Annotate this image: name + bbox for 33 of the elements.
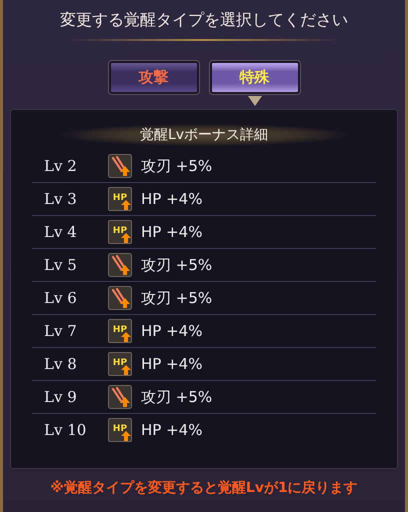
panel-heading: 覚醒Lvボーナス詳細 (60, 124, 348, 146)
type-tab[interactable]: 攻撃 (108, 61, 198, 94)
bonus-text: HP +4% (141, 223, 202, 241)
hp-up-icon: HP (108, 187, 132, 211)
level-label: Lv 2 (43, 157, 78, 175)
bonus-text: HP +4% (141, 355, 202, 373)
hp-up-icon: HP (108, 352, 132, 376)
level-label: Lv 10 (43, 421, 88, 439)
level-label: Lv 9 (43, 388, 78, 406)
hp-up-icon: HP (108, 418, 132, 442)
bonus-text: 攻刃 +5% (141, 388, 212, 406)
hp-up-icon: HP (108, 220, 132, 244)
pointer-icon (248, 96, 262, 106)
type-tab[interactable]: 特殊 (210, 61, 300, 94)
level-label: Lv 4 (43, 223, 78, 241)
level-label: Lv 5 (43, 256, 78, 274)
bonus-text: 攻刃 +5% (141, 256, 212, 274)
bonus-text: 攻刃 +5% (141, 156, 212, 176)
bonus-text: 攻刃 +5% (141, 288, 212, 308)
level-label: Lv 8 (43, 355, 78, 373)
level-label: Lv 6 (43, 289, 78, 307)
level-label: Lv 3 (43, 190, 78, 208)
blade-up-icon (108, 154, 132, 178)
blade-up-icon (108, 286, 132, 310)
bonus-text: HP +4% (141, 421, 202, 439)
blade-up-icon (108, 385, 132, 409)
hp-up-icon: HP (108, 319, 132, 343)
level-label: Lv 7 (43, 322, 78, 340)
bonus-text: HP +4% (141, 190, 202, 208)
bonus-text: HP +4% (141, 322, 202, 340)
dialog-title: 変更する覚醒タイプを選択してください (60, 10, 348, 31)
blade-up-icon (108, 253, 132, 277)
warning-note: ※覚醒タイプを変更すると覚醒Lvが1に戻ります (50, 479, 358, 497)
